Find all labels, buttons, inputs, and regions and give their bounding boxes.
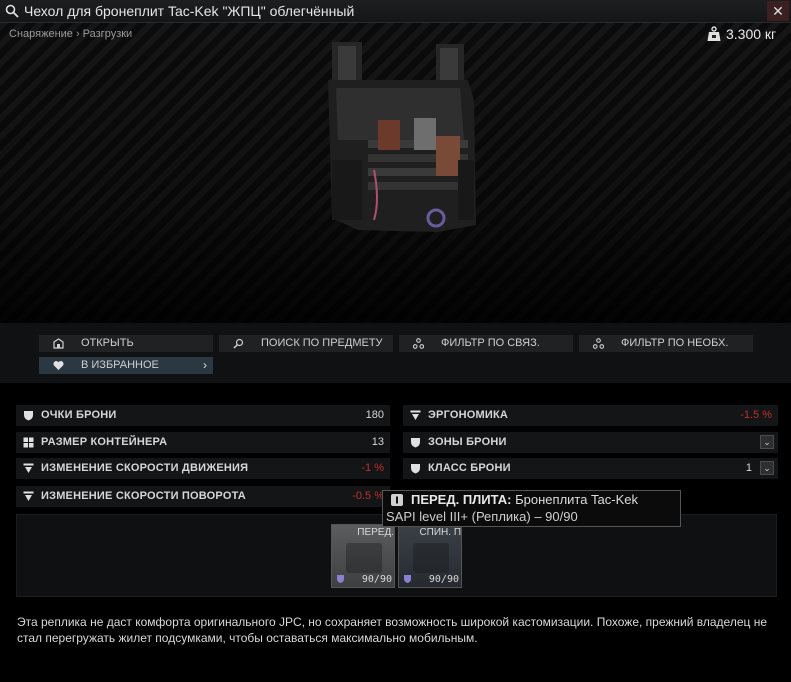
heart-icon xyxy=(53,361,64,370)
info-icon xyxy=(391,494,403,506)
speed-icon xyxy=(23,463,34,473)
armor-class-dropdown[interactable]: ⌄ xyxy=(760,461,774,475)
search-item-icon xyxy=(233,338,244,349)
stat-turn-speed: ИЗМЕНЕНИЕ СКОРОСТИ ПОВОРОТА -0.5 % xyxy=(16,486,390,507)
speed-icon xyxy=(23,491,34,501)
slot-label: СПИН. П xyxy=(419,527,461,538)
search-item-label: ПОИСК ПО ПРЕДМЕТУ xyxy=(261,337,383,349)
favorite-label: В ИЗБРАННОЕ xyxy=(81,359,159,371)
filter-linked-button[interactable]: ФИЛЬТР ПО СВЯЗ. xyxy=(399,335,573,352)
tooltip-line-2: SAPI level III+ (Реплика) – 90/90 xyxy=(386,509,578,524)
window-title: Чехол для бронеплит Tac-Kek "ЖПЦ" облегч… xyxy=(24,3,355,19)
breadcrumb: Снаряжение › Разгрузки xyxy=(9,28,133,40)
tooltip-title: ПЕРЕД. ПЛИТА: xyxy=(411,492,512,507)
item-weight: 3.300 кг xyxy=(726,26,777,42)
filter-needed-label: ФИЛЬТР ПО НЕОБХ. xyxy=(621,337,729,349)
weight-icon xyxy=(707,26,721,41)
close-icon: ✕ xyxy=(772,3,784,19)
filter-needed-button[interactable]: ФИЛЬТР ПО НЕОБХ. xyxy=(579,335,753,352)
favorite-button[interactable]: В ИЗБРАННОЕ › xyxy=(39,357,213,374)
grid-icon xyxy=(23,437,34,448)
shield-icon xyxy=(24,411,33,421)
stat-value: -1.5 % xyxy=(740,409,772,421)
tooltip-line-1: ПЕРЕД. ПЛИТА: Бронеплита Tac-Kek xyxy=(411,492,638,507)
stat-label: ИЗМЕНЕНИЕ СКОРОСТИ ДВИЖЕНИЯ xyxy=(41,462,249,474)
slot-durability: 90/90 xyxy=(428,574,459,585)
stat-label: ЗОНЫ БРОНИ xyxy=(428,436,507,448)
shield-icon xyxy=(411,464,420,474)
plate-image xyxy=(413,543,449,573)
filter-linked-label: ФИЛЬТР ПО СВЯЗ. xyxy=(441,337,540,349)
stat-label: КЛАСС БРОНИ xyxy=(428,462,511,474)
stat-value: -0.5 % xyxy=(352,490,384,502)
stat-value: 1 xyxy=(745,462,752,474)
stat-armor-zones: ЗОНЫ БРОНИ ⌄ xyxy=(403,432,778,453)
slot-back-plate[interactable]: СПИН. П 90/90 xyxy=(398,524,462,588)
plate-image xyxy=(346,543,382,573)
slot-durability: 90/90 xyxy=(361,574,392,585)
search-icon xyxy=(5,4,19,18)
slot-front-plate[interactable]: ПЕРЕД. 90/90 xyxy=(331,524,395,588)
plate-icon xyxy=(337,575,344,583)
speed-icon xyxy=(410,410,421,420)
stat-container-size: РАЗМЕР КОНТЕЙНЕРА 13 xyxy=(16,432,390,453)
stat-value: 13 xyxy=(371,436,384,448)
open-icon xyxy=(53,338,64,349)
item-description: Эта реплика не даст комфорта оригинально… xyxy=(17,615,768,645)
slot-label: ПЕРЕД. xyxy=(357,527,394,538)
filter-needed-icon xyxy=(593,338,604,349)
open-label: ОТКРЫТЬ xyxy=(81,337,134,349)
stat-ergonomics: ЭРГОНОМИКА -1.5 % xyxy=(403,405,778,426)
stat-armor-points: ОЧКИ БРОНИ 180 xyxy=(16,405,390,426)
stat-label: ИЗМЕНЕНИЕ СКОРОСТИ ПОВОРОТА xyxy=(41,490,246,502)
filter-linked-icon xyxy=(413,338,424,349)
stat-label: РАЗМЕР КОНТЕЙНЕРА xyxy=(41,436,168,448)
stat-label: ЭРГОНОМИКА xyxy=(428,409,509,421)
stat-armor-class: КЛАСС БРОНИ 1 ⌄ xyxy=(403,458,778,479)
search-item-button[interactable]: ПОИСК ПО ПРЕДМЕТУ xyxy=(219,335,393,352)
vest-image xyxy=(328,42,476,232)
stat-label: ОЧКИ БРОНИ xyxy=(41,409,117,421)
action-panel xyxy=(0,323,791,383)
close-button[interactable]: ✕ xyxy=(767,1,789,21)
tooltip-text: Бронеплита Tac-Kek xyxy=(515,492,639,507)
open-button[interactable]: ОТКРЫТЬ xyxy=(39,335,213,352)
chevron-right-icon: › xyxy=(203,358,207,372)
stat-value: 180 xyxy=(365,409,384,421)
stat-value: -1 % xyxy=(361,462,384,474)
shield-icon xyxy=(411,438,420,448)
stat-move-speed: ИЗМЕНЕНИЕ СКОРОСТИ ДВИЖЕНИЯ -1 % xyxy=(16,458,390,479)
plate-icon xyxy=(404,575,411,583)
armor-zones-dropdown[interactable]: ⌄ xyxy=(760,435,774,449)
